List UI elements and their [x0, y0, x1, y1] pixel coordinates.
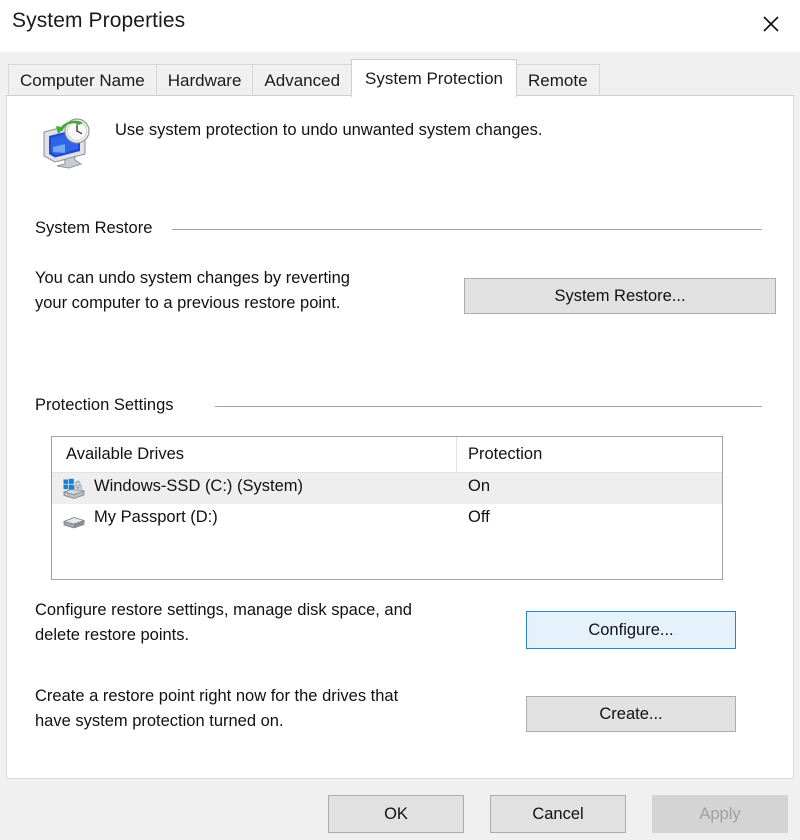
tab-list: Computer Name Hardware Advanced System P…: [8, 59, 599, 96]
column-header-protection: Protection: [468, 445, 542, 464]
system-restore-description: You can undo system changes by reverting…: [35, 266, 455, 316]
title-bar: System Properties: [0, 0, 800, 52]
close-button[interactable]: [742, 0, 800, 48]
create-description: Create a restore point right now for the…: [35, 684, 525, 734]
windows-system-drive-locked-icon: [62, 477, 86, 501]
column-header-available-drives: Available Drives: [66, 445, 184, 464]
configure-description: Configure restore settings, manage disk …: [35, 598, 505, 648]
window-title: System Properties: [12, 9, 185, 33]
tab-strip: Computer Name Hardware Advanced System P…: [0, 52, 800, 96]
available-drives-listbox[interactable]: Available Drives Protection: [51, 436, 723, 580]
system-restore-group-label: System Restore: [35, 219, 162, 238]
external-drive-icon: [62, 508, 86, 532]
drive-name: My Passport (D:): [94, 508, 218, 527]
tab-computer-name[interactable]: Computer Name: [8, 64, 157, 96]
table-row[interactable]: Windows-SSD (C:) (System) On: [52, 473, 722, 504]
system-protection-panel: Use system protection to undo unwanted s…: [6, 95, 794, 779]
configure-description-line1: Configure restore settings, manage disk …: [35, 598, 505, 623]
tab-remote[interactable]: Remote: [516, 64, 600, 96]
table-row[interactable]: My Passport (D:) Off: [52, 504, 722, 535]
system-restore-group-rule: [172, 229, 762, 230]
system-restore-description-line2: your computer to a previous restore poin…: [35, 291, 455, 316]
drive-name: Windows-SSD (C:) (System): [94, 477, 303, 496]
tab-system-protection[interactable]: System Protection: [351, 59, 517, 97]
dialog-footer: OK Cancel Apply: [0, 779, 800, 840]
tab-hardware[interactable]: Hardware: [156, 64, 254, 96]
system-properties-dialog: System Properties Computer Name Hardware…: [0, 0, 800, 840]
close-icon: [760, 13, 782, 35]
cancel-button[interactable]: Cancel: [490, 795, 626, 833]
drive-protection-status: On: [468, 477, 490, 496]
listbox-header: Available Drives Protection: [52, 437, 722, 473]
apply-button: Apply: [652, 795, 788, 833]
protection-settings-group-rule: [215, 406, 762, 407]
configure-description-line2: delete restore points.: [35, 623, 505, 648]
configure-button[interactable]: Configure...: [526, 611, 736, 649]
panel-caption: Use system protection to undo unwanted s…: [115, 121, 542, 140]
create-description-line1: Create a restore point right now for the…: [35, 684, 525, 709]
system-restore-button[interactable]: System Restore...: [464, 278, 776, 314]
system-restore-description-line1: You can undo system changes by reverting: [35, 266, 455, 291]
create-description-line2: have system protection turned on.: [35, 709, 525, 734]
column-divider: [456, 437, 457, 473]
ok-button[interactable]: OK: [328, 795, 464, 833]
system-protection-icon: [35, 114, 93, 172]
create-button[interactable]: Create...: [526, 696, 736, 732]
drive-protection-status: Off: [468, 508, 490, 527]
tab-advanced[interactable]: Advanced: [252, 64, 352, 96]
protection-settings-group-label: Protection Settings: [35, 396, 184, 415]
